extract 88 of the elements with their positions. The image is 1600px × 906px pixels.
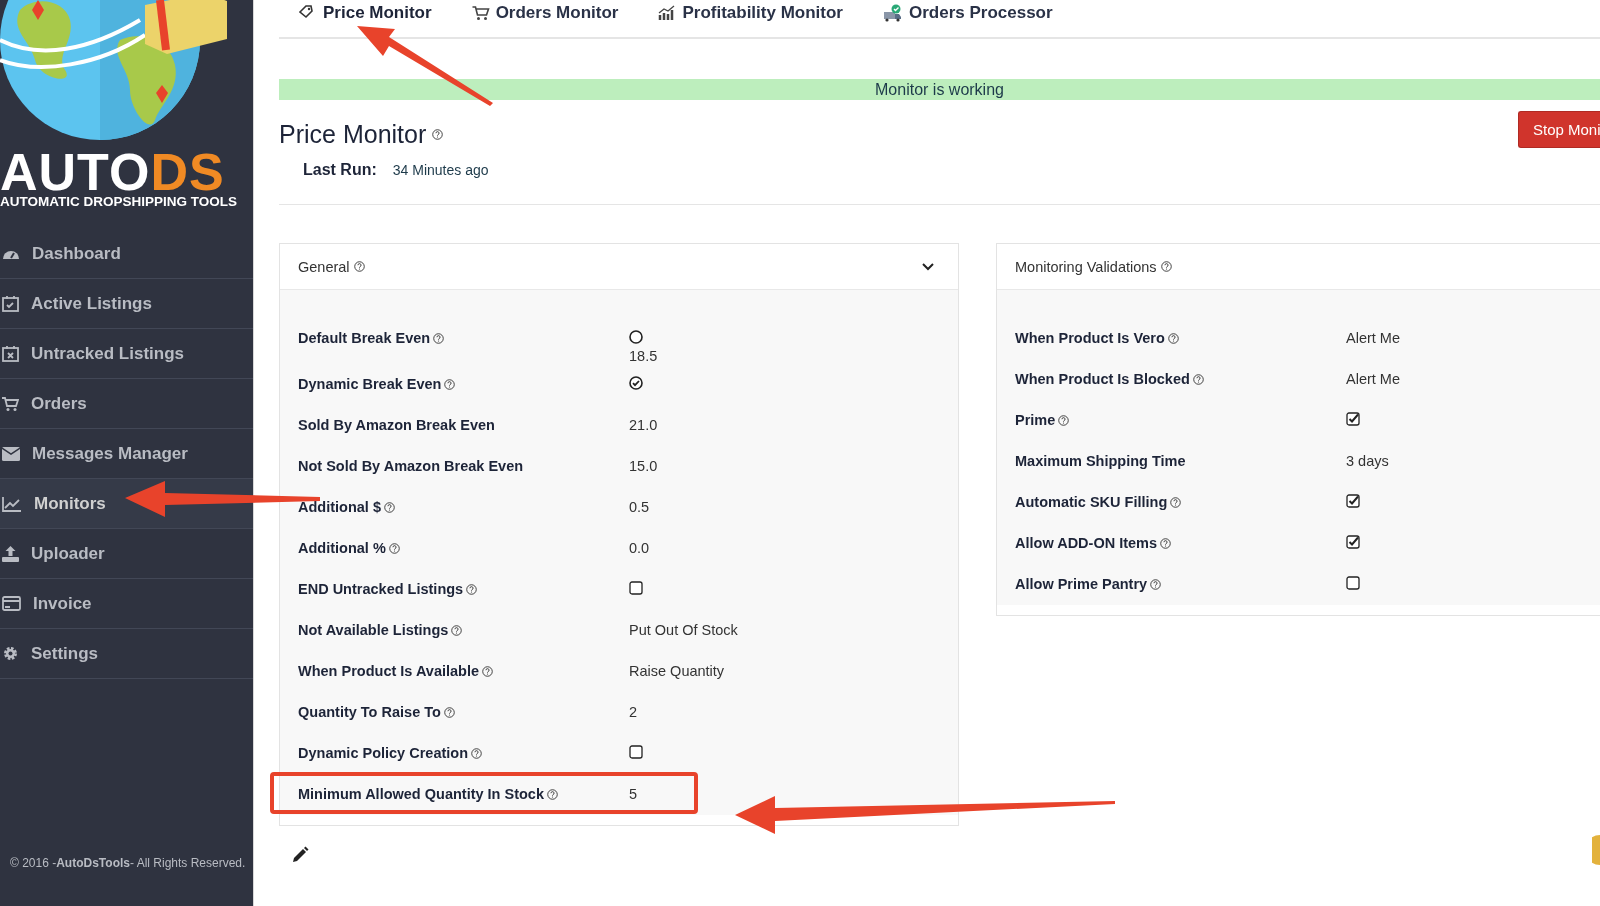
help-icon[interactable] [1058, 414, 1070, 426]
help-icon[interactable] [547, 788, 558, 800]
field-value: 18.5 [629, 348, 659, 364]
sidebar-item[interactable]: Uploader [0, 529, 253, 579]
copyright-text: © 2016 -AutoDsTools- All Rights Reserved. [9, 856, 247, 872]
checkbox[interactable] [1346, 412, 1360, 426]
field-label: Not Available Listings [298, 622, 449, 638]
sidebar-item[interactable]: Invoice [0, 579, 253, 629]
sidebar-item[interactable]: Active Listings [0, 279, 253, 329]
stop-monitor-button[interactable]: Stop Moni [1518, 111, 1600, 148]
field-value: 0.0 [629, 540, 651, 556]
help-icon[interactable] [1167, 332, 1179, 344]
help-icon[interactable] [432, 129, 444, 140]
field-value: 3 days [1346, 453, 1390, 469]
checkbox[interactable] [629, 745, 643, 759]
sidebar-item[interactable]: Dashboard [0, 229, 253, 279]
field-label: Dynamic Break Even [298, 376, 442, 392]
sidebar-item[interactable]: Orders [0, 379, 253, 429]
tab[interactable]: Price Monitor [299, 0, 432, 23]
tab[interactable]: Orders Processor [882, 0, 1053, 23]
field-label: Not Sold By Amazon Break Even [298, 458, 524, 474]
help-icon[interactable] [1192, 373, 1204, 385]
field-value: Put Out Of Stock [629, 622, 739, 638]
sidebar-item[interactable]: Settings [0, 629, 253, 679]
field-label: Quantity To Raise To [298, 704, 441, 720]
last-run-label: Last Run: [303, 161, 377, 179]
field-label: When Product Is Blocked [1015, 371, 1190, 387]
upload-icon [2, 545, 19, 562]
calendar-check-icon [2, 295, 19, 312]
field-label: When Product Is Vero [1015, 330, 1165, 346]
calendar-x-icon [2, 345, 19, 362]
card-title: Monitoring Validations [1015, 258, 1157, 275]
help-icon[interactable] [471, 747, 483, 759]
field-label: Prime [1015, 412, 1056, 428]
status-banner: Monitor is working [279, 79, 1600, 100]
tab[interactable]: Orders Monitor [471, 0, 619, 23]
radio-button[interactable] [629, 376, 643, 390]
field-value: 2 [629, 704, 639, 720]
bar-chart-icon [658, 5, 677, 21]
field-label: Automatic SKU Filling [1015, 494, 1168, 510]
help-icon[interactable] [443, 706, 455, 718]
radio-button[interactable] [629, 330, 643, 344]
field-label: Sold By Amazon Break Even [298, 417, 495, 433]
credit-card-icon [2, 596, 21, 611]
help-icon[interactable] [1170, 496, 1182, 508]
help-icon[interactable] [1150, 578, 1162, 590]
checkbox[interactable] [1346, 576, 1360, 590]
help-icon[interactable] [384, 501, 395, 513]
checkbox[interactable] [629, 581, 643, 595]
cart-icon [471, 5, 490, 21]
field-label: Additional % [298, 540, 386, 556]
help-icon[interactable] [353, 261, 365, 272]
help-icon[interactable] [1160, 537, 1172, 549]
help-icon[interactable] [388, 542, 400, 554]
checkbox[interactable] [1346, 494, 1360, 508]
page-title: Price Monitor [279, 120, 427, 149]
field-value: 21.0 [629, 417, 659, 433]
help-icon[interactable] [466, 583, 478, 595]
tab[interactable]: Profitability Monitor [658, 0, 843, 23]
field-label: Additional $ [298, 499, 381, 515]
help-icon[interactable] [433, 332, 445, 344]
field-label: Allow Prime Pantry [1015, 576, 1148, 592]
sidebar-item[interactable]: Untracked Listings [0, 329, 253, 379]
field-label: When Product Is Available [298, 663, 480, 679]
help-icon[interactable] [1160, 261, 1172, 272]
last-run-value: 34 Minutes ago [392, 162, 489, 178]
line-chart-icon [2, 495, 22, 512]
field-label: END Untracked Listings [298, 581, 464, 597]
field-value: 15.0 [629, 458, 659, 474]
field-value: Alert Me [1346, 330, 1401, 346]
help-icon[interactable] [482, 665, 494, 677]
field-label: Maximum Shipping Time [1015, 453, 1186, 469]
field-label: Minimum Allowed Quantity In Stock [298, 786, 544, 802]
field-value: 5 [629, 786, 639, 802]
field-label: Default Break Even [298, 330, 431, 346]
field-value: Alert Me [1346, 371, 1401, 387]
checkbox[interactable] [1346, 535, 1360, 549]
pencil-icon[interactable] [291, 846, 309, 864]
chevron-icon[interactable] [922, 262, 934, 271]
field-label: Allow ADD-ON Items [1015, 535, 1158, 551]
card-title: General [298, 258, 350, 275]
help-icon[interactable] [444, 378, 456, 390]
field-label: Dynamic Policy Creation [298, 745, 469, 761]
cart-icon [2, 395, 19, 412]
field-value: Raise Quantity [629, 663, 726, 679]
truck-check-icon [882, 4, 903, 22]
help-icon[interactable] [451, 624, 463, 636]
field-value: 0.5 [629, 499, 651, 515]
